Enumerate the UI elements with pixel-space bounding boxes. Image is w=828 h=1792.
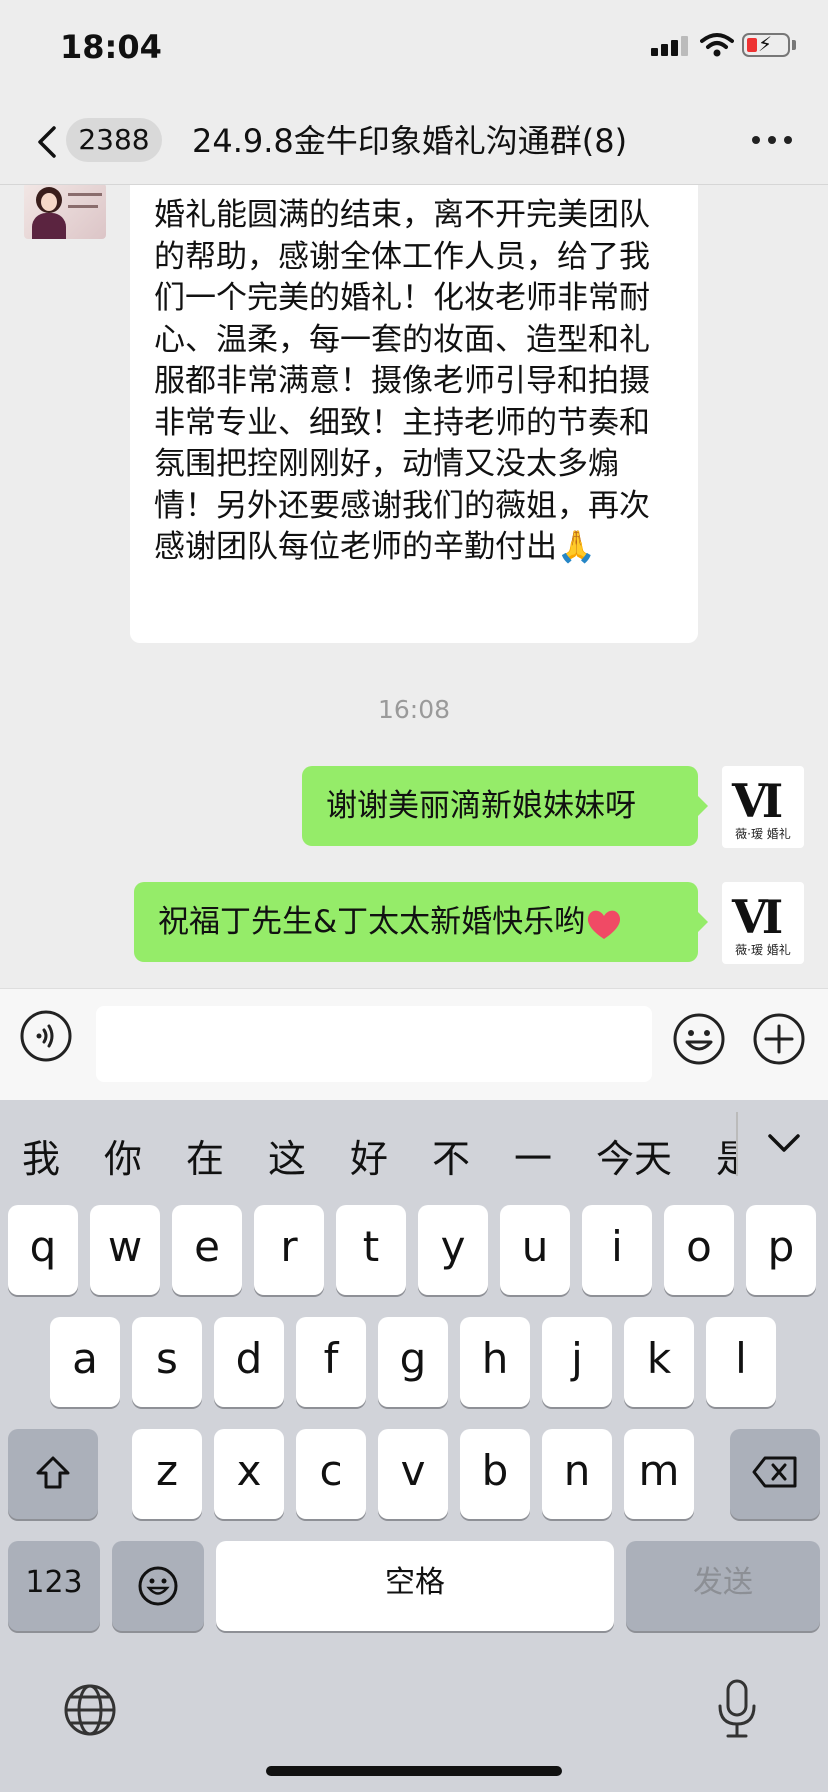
candidate-word[interactable]: 你	[104, 1128, 142, 1183]
key-q[interactable]: q	[8, 1205, 78, 1295]
emoji-keyboard-key[interactable]	[112, 1541, 204, 1631]
key-g[interactable]: g	[378, 1317, 448, 1407]
my-avatar[interactable]: VI 薇·瑷 婚礼	[722, 766, 804, 848]
message-text: 婚礼能圆满的结束，离不开完美团队的帮助，感谢全体工作人员，给了我们一个完美的婚礼…	[154, 197, 650, 565]
key-u[interactable]: u	[500, 1205, 570, 1295]
key-r[interactable]: r	[254, 1205, 324, 1295]
outgoing-message-bubble[interactable]: 谢谢美丽滴新娘妹妹呀	[302, 766, 708, 846]
voice-input-icon[interactable]	[20, 1010, 72, 1062]
chat-title[interactable]: 24.9.8金牛印象婚礼沟通群(8)	[192, 116, 627, 162]
wifi-icon	[700, 33, 734, 57]
incoming-message-bubble[interactable]: 婚礼能圆满的结束，离不开完美团队的帮助，感谢全体工作人员，给了我们一个完美的婚礼…	[130, 185, 698, 643]
add-attachment-icon[interactable]	[752, 1012, 806, 1066]
sender-avatar[interactable]	[24, 185, 106, 239]
key-a[interactable]: a	[50, 1317, 120, 1407]
candidate-word[interactable]: 我	[22, 1128, 60, 1183]
message-input[interactable]	[96, 1006, 652, 1082]
key-m[interactable]: m	[624, 1429, 694, 1519]
delete-key[interactable]	[730, 1429, 820, 1519]
space-key[interactable]: 空格	[216, 1541, 614, 1631]
key-i[interactable]: i	[582, 1205, 652, 1295]
message-text: 谢谢美丽滴新娘妹妹呀	[326, 788, 636, 824]
key-p[interactable]: p	[746, 1205, 816, 1295]
key-s[interactable]: s	[132, 1317, 202, 1407]
candidate-word[interactable]: 一	[514, 1128, 552, 1183]
emoji-icon	[138, 1566, 178, 1606]
globe-icon[interactable]	[62, 1682, 118, 1738]
numbers-key[interactable]: 123	[8, 1541, 100, 1631]
key-v[interactable]: v	[378, 1429, 448, 1519]
status-bar: 18:04 ⚡	[0, 0, 828, 100]
unread-count-badge[interactable]: 2388	[66, 118, 162, 162]
key-x[interactable]: x	[214, 1429, 284, 1519]
key-h[interactable]: h	[460, 1317, 530, 1407]
key-y[interactable]: y	[418, 1205, 488, 1295]
chevron-down-icon[interactable]	[766, 1132, 802, 1156]
backspace-icon	[752, 1456, 797, 1488]
key-t[interactable]: t	[336, 1205, 406, 1295]
candidate-word[interactable]: 好	[350, 1128, 388, 1183]
key-b[interactable]: b	[460, 1429, 530, 1519]
shift-icon	[36, 1456, 70, 1489]
key-w[interactable]: w	[90, 1205, 160, 1295]
candidate-word[interactable]: 今天	[596, 1128, 672, 1183]
home-indicator	[266, 1766, 562, 1776]
key-c[interactable]: c	[296, 1429, 366, 1519]
candidate-word[interactable]: 在	[186, 1128, 224, 1183]
chat-message-list[interactable]: 婚礼能圆满的结束，离不开完美团队的帮助，感谢全体工作人员，给了我们一个完美的婚礼…	[0, 185, 828, 988]
candidate-word[interactable]: 不	[432, 1128, 470, 1183]
key-o[interactable]: o	[664, 1205, 734, 1295]
key-k[interactable]: k	[624, 1317, 694, 1407]
emoji-icon[interactable]	[672, 1012, 726, 1066]
heart-emoji-icon	[588, 910, 621, 939]
outgoing-message-bubble[interactable]: 祝福丁先生&丁太太新婚快乐哟	[134, 882, 708, 962]
my-avatar[interactable]: VI 薇·瑷 婚礼	[722, 882, 804, 964]
status-time: 18:04	[60, 28, 162, 66]
battery-icon: ⚡	[742, 32, 790, 57]
send-key[interactable]: 发送	[626, 1541, 820, 1631]
microphone-icon[interactable]	[716, 1678, 758, 1740]
key-f[interactable]: f	[296, 1317, 366, 1407]
shift-key[interactable]	[8, 1429, 98, 1519]
key-e[interactable]: e	[172, 1205, 242, 1295]
key-z[interactable]: z	[132, 1429, 202, 1519]
key-d[interactable]: d	[214, 1317, 284, 1407]
message-timestamp: 16:08	[377, 695, 451, 724]
candidate-word[interactable]: 是	[716, 1128, 736, 1183]
key-l[interactable]: l	[706, 1317, 776, 1407]
candidate-word[interactable]: 这	[268, 1128, 306, 1183]
key-n[interactable]: n	[542, 1429, 612, 1519]
key-j[interactable]: j	[542, 1317, 612, 1407]
back-chevron-icon[interactable]	[30, 122, 66, 162]
message-text: 祝福丁先生&丁太太新婚快乐哟	[158, 904, 586, 940]
